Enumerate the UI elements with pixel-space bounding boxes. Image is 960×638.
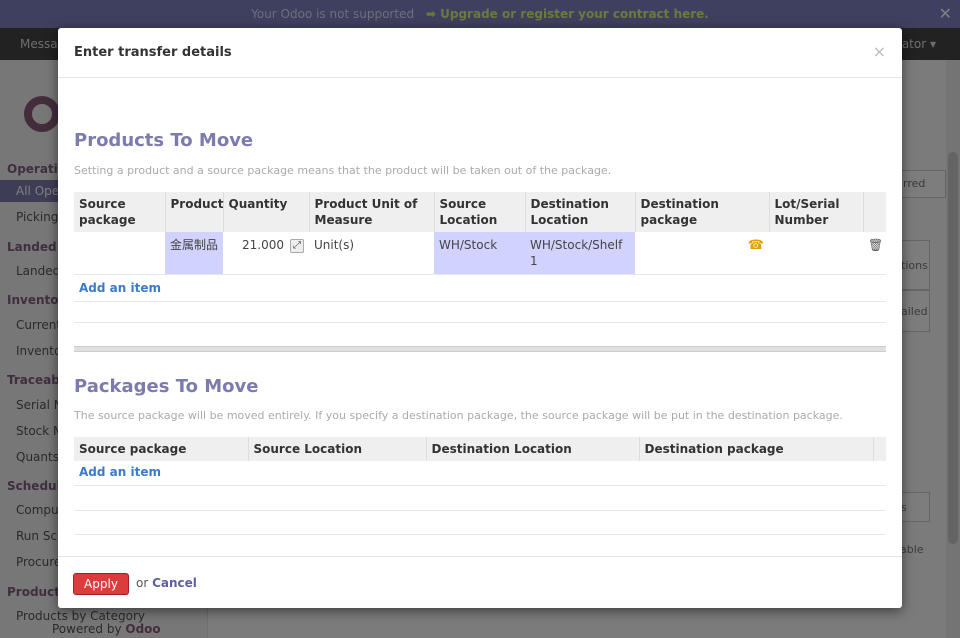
- products-add-item-link[interactable]: Add an item: [79, 281, 161, 295]
- dialog-title: Enter transfer details: [74, 45, 232, 60]
- packages-help-text: The source package will be moved entirel…: [74, 409, 843, 422]
- packages-header-row: Source package Source Location Destinati…: [74, 437, 886, 461]
- col-product[interactable]: Product: [164, 192, 223, 232]
- dialog-header: Enter transfer details ×: [58, 28, 902, 78]
- add-item-row: Add an item: [74, 461, 886, 486]
- add-item-row: Add an item: [74, 274, 886, 302]
- cell-source-package[interactable]: [74, 232, 165, 275]
- packages-table: Source package Source Location Destinati…: [74, 437, 886, 486]
- col-pkg-actions: [872, 437, 886, 461]
- cell-quantity[interactable]: 21.000 ⤢: [223, 232, 309, 275]
- col-pkg-source-location[interactable]: Source Location: [247, 437, 426, 461]
- col-pkg-source-package[interactable]: Source package: [74, 437, 248, 461]
- empty-row-divider: [74, 510, 886, 511]
- products-help-text: Setting a product and a source package m…: [74, 164, 612, 177]
- dialog-footer: Apply or Cancel: [58, 556, 902, 608]
- cancel-link[interactable]: Cancel: [152, 576, 197, 590]
- col-destination-location[interactable]: Destination Location: [524, 192, 635, 232]
- cell-delete[interactable]: 🗑: [863, 232, 886, 275]
- cell-destination-package[interactable]: ☎: [635, 232, 769, 275]
- empty-row-divider: [74, 534, 886, 535]
- cell-uom[interactable]: Unit(s): [309, 232, 434, 275]
- cell-lot-serial[interactable]: [769, 232, 863, 275]
- trash-icon[interactable]: 🗑: [868, 238, 883, 252]
- col-lot-serial[interactable]: Lot/Serial Number: [768, 192, 863, 232]
- col-pkg-destination-package[interactable]: Destination package: [638, 437, 873, 461]
- table-row[interactable]: 金属制品 21.000 ⤢ Unit(s) WH/Stock WH/Stock/S…: [74, 232, 886, 275]
- products-table-footer: [74, 346, 886, 352]
- products-section-title: Products To Move: [74, 130, 254, 151]
- col-uom[interactable]: Product Unit of Measure: [308, 192, 434, 232]
- packages-add-item-link[interactable]: Add an item: [79, 465, 161, 479]
- packages-section-title: Packages To Move: [74, 376, 259, 397]
- cell-product[interactable]: 金属制品: [165, 232, 223, 275]
- footer-or-text: or Cancel: [136, 576, 197, 590]
- products-header-row: Source package Product Quantity Product …: [74, 192, 886, 232]
- col-source-location[interactable]: Source Location: [433, 192, 525, 232]
- products-table: Source package Product Quantity Product …: [74, 192, 886, 302]
- expand-icon[interactable]: ⤢: [290, 238, 304, 253]
- apply-button[interactable]: Apply: [73, 573, 129, 595]
- empty-row-divider: [74, 322, 886, 323]
- dialog-close-icon[interactable]: ×: [873, 42, 886, 61]
- col-actions: [862, 192, 886, 232]
- cell-destination-location[interactable]: WH/Stock/Shelf 1: [525, 232, 635, 275]
- col-quantity[interactable]: Quantity: [222, 192, 309, 232]
- col-pkg-destination-location[interactable]: Destination Location: [425, 437, 639, 461]
- package-icon[interactable]: ☎: [748, 238, 764, 253]
- col-destination-package[interactable]: Destination package: [634, 192, 769, 232]
- dialog-body: Products To Move Setting a product and a…: [74, 78, 886, 556]
- col-source-package[interactable]: Source package: [74, 192, 165, 232]
- cell-source-location[interactable]: WH/Stock: [434, 232, 525, 275]
- transfer-details-dialog: Enter transfer details × Products To Mov…: [58, 28, 902, 608]
